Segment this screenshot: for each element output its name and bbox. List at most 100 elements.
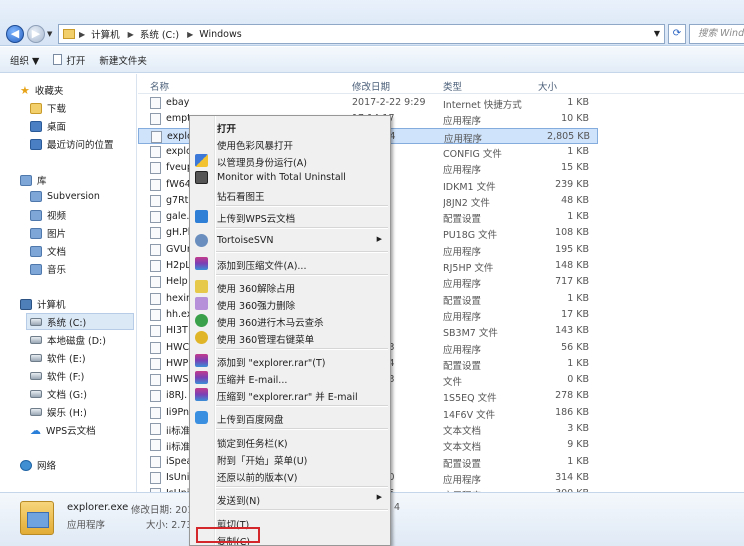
file-size: 195 KB — [555, 243, 589, 255]
nav-lib-subversion[interactable]: Subversion — [30, 191, 100, 202]
file-type: 14F6V 文件 — [443, 409, 496, 421]
menu-add-to-archive[interactable]: 添加到压缩文件(A)... — [190, 255, 390, 272]
context-menu: 打开 使用色彩风暴打开 以管理员身份运行(A) Monitor with Tot… — [189, 115, 391, 546]
nav-recent-places[interactable]: 最近访问的位置 — [30, 137, 114, 151]
network-icon — [20, 459, 32, 471]
menu-separator — [216, 428, 388, 430]
search-input[interactable]: 搜索 Windows — [689, 24, 744, 44]
nav-lib-videos[interactable]: 视频 — [30, 208, 66, 222]
file-type: 应用程序 — [443, 165, 482, 177]
nav-drive-h[interactable]: 娱乐 (H:) — [30, 405, 87, 419]
file-date: 2017-2-22 9:29 — [352, 97, 426, 108]
file-size: 17 KB — [561, 308, 589, 320]
menu-upload-wps[interactable]: 上传到WPS云文档 — [190, 208, 390, 225]
nav-desktop[interactable]: 桌面 — [30, 119, 66, 133]
file-size: 148 KB — [555, 260, 589, 271]
breadcrumb-windows[interactable]: ▶ Windows — [187, 29, 242, 40]
nav-lib-pictures[interactable]: 图片 — [30, 226, 66, 240]
360-manager-icon — [195, 331, 208, 344]
menu-pin-start[interactable]: 附到「开始」菜单(U) — [190, 450, 390, 467]
file-type: Internet 快捷方式 — [443, 100, 522, 111]
menu-compress-rar-email[interactable]: 压缩到 "explorer.rar" 并 E-mail — [190, 386, 390, 403]
command-bar: 组织 ▼ 打开 新建文件夹 — [0, 47, 744, 73]
nav-libraries[interactable]: 库 — [20, 173, 47, 187]
column-size[interactable]: 大小 — [538, 79, 557, 93]
nav-drive-g[interactable]: 文档 (G:) — [30, 387, 87, 401]
drive-icon — [30, 354, 42, 362]
file-type: 应用程序 — [443, 474, 482, 486]
recent-pages-dropdown[interactable]: ▼ — [47, 30, 52, 38]
menu-separator — [216, 509, 388, 511]
open-button[interactable]: 打开 — [53, 53, 85, 67]
column-type[interactable]: 类型 — [443, 79, 462, 93]
nav-network[interactable]: 网络 — [20, 458, 56, 472]
menu-360-context-manager[interactable]: 使用 360管理右键菜单 — [190, 329, 390, 346]
file-size: 48 KB — [561, 194, 589, 206]
file-icon — [150, 113, 161, 126]
file-icon — [150, 423, 161, 435]
nav-downloads[interactable]: 下载 — [30, 101, 66, 115]
back-button[interactable]: ◀ — [6, 25, 24, 43]
forward-button[interactable]: ▶ — [27, 25, 45, 43]
file-icon — [150, 243, 161, 256]
file-icon — [151, 130, 162, 143]
menu-diamond-viewer[interactable]: 钻石看图王 — [190, 186, 390, 203]
new-folder-button[interactable]: 新建文件夹 — [99, 53, 147, 67]
file-type: RJ5HP 文件 — [443, 263, 494, 274]
refresh-button[interactable]: ⟳ — [668, 24, 686, 44]
menu-pin-taskbar[interactable]: 锁定到任务栏(K) — [190, 433, 390, 450]
nav-wps-cloud[interactable]: ☁ WPS云文档 — [30, 423, 96, 438]
file-icon — [150, 97, 161, 109]
chevron-down-icon[interactable]: ▼ — [654, 29, 660, 38]
file-type: SB3M7 文件 — [443, 328, 498, 340]
winrar-icon — [195, 354, 208, 367]
wps-cloud-icon — [195, 210, 208, 223]
document-library-icon — [30, 245, 42, 257]
nav-drive-f[interactable]: 软件 (F:) — [30, 369, 84, 383]
nav-drive-d[interactable]: 本地磁盘 (D:) — [30, 333, 106, 347]
menu-restore-versions[interactable]: 还原以前的版本(V) — [190, 467, 390, 484]
file-type: 应用程序 — [444, 133, 483, 145]
table-row[interactable]: ebay 2017-2-22 9:29 Internet 快捷方式 1 KB — [138, 95, 598, 111]
menu-open-colorstorm[interactable]: 使用色彩风暴打开 — [190, 135, 390, 152]
menu-360-trojan-scan[interactable]: 使用 360进行木马云查杀 — [190, 312, 390, 329]
menu-360-unlock[interactable]: 使用 360解除占用 — [190, 278, 390, 295]
file-type: 应用程序 — [443, 279, 482, 291]
organize-button[interactable]: 组织 ▼ — [10, 53, 39, 67]
nav-favorites[interactable]: ★ 收藏夹 — [20, 83, 63, 98]
menu-run-as-admin[interactable]: 以管理员身份运行(A) — [190, 152, 390, 169]
file-size: 1 KB — [567, 455, 589, 467]
nav-drive-e[interactable]: 软件 (E:) — [30, 351, 86, 365]
baidu-netdisk-icon — [195, 411, 208, 424]
nav-computer[interactable]: 计算机 — [20, 297, 66, 311]
nav-lib-documents[interactable]: 文档 — [30, 244, 66, 258]
column-header-row: 名称 修改日期 类型 大小 — [138, 74, 744, 94]
column-name[interactable]: 名称 — [150, 79, 169, 93]
address-field[interactable]: ▶ 计算机 ▶ 系统 (C:) ▶ Windows ▼ — [58, 24, 665, 44]
nav-drive-c[interactable]: 系统 (C:) — [26, 313, 134, 330]
menu-separator — [216, 205, 388, 207]
winrar-icon — [195, 257, 208, 270]
menu-add-to-rar[interactable]: 添加到 "explorer.rar"(T) — [190, 352, 390, 369]
file-icon — [150, 357, 161, 370]
file-icon — [150, 260, 161, 272]
360-delete-icon — [195, 297, 208, 310]
menu-monitor-uninstall[interactable]: Monitor with Total Uninstall — [190, 169, 390, 186]
details-size: 大小: 2.73 — [146, 520, 193, 531]
file-icon — [150, 292, 161, 305]
breadcrumb-computer[interactable]: ▶ 计算机 — [79, 27, 120, 42]
menu-tortoisesvn[interactable]: TortoiseSVN ▶ — [190, 232, 390, 249]
file-type: 1S5EQ 文件 — [443, 393, 497, 405]
menu-360-force-delete[interactable]: 使用 360强力删除 — [190, 295, 390, 312]
file-icon — [150, 390, 161, 403]
column-date[interactable]: 修改日期 — [352, 79, 390, 93]
file-type: 配置设置 — [443, 214, 482, 226]
breadcrumb-drive-c[interactable]: ▶ 系统 (C:) — [128, 27, 179, 42]
menu-open[interactable]: 打开 — [190, 118, 390, 135]
nav-lib-music[interactable]: 音乐 — [30, 262, 66, 276]
menu-send-to[interactable]: 发送到(N) ▶ — [190, 490, 390, 507]
folder-icon — [63, 29, 75, 39]
menu-upload-baidu[interactable]: 上传到百度网盘 — [190, 409, 390, 426]
menu-compress-email[interactable]: 压缩并 E-mail... — [190, 369, 390, 386]
file-type: CONFIG 文件 — [443, 148, 502, 160]
